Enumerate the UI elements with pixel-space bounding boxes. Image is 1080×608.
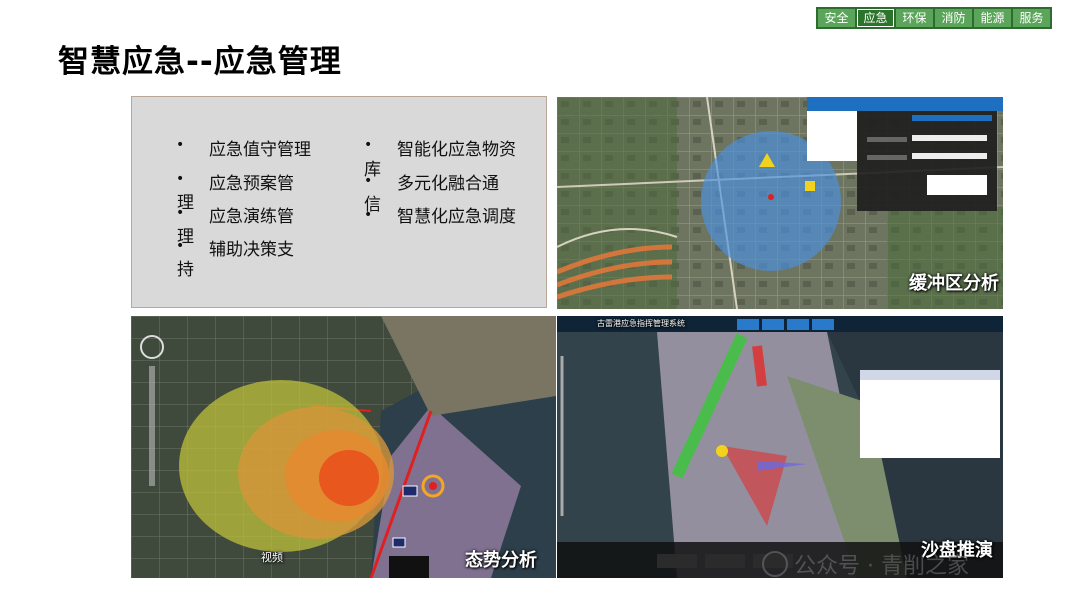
buffer-analysis-panel: 缓冲区分析 <box>557 97 1003 309</box>
hazard-zone-core <box>319 450 379 506</box>
panel-caption: 态势分析 <box>465 550 537 571</box>
feature-item: 应急值守管理 <box>209 140 311 160</box>
bullet: • <box>176 137 185 153</box>
sandbox-simulation-panel: 古雷港应急指挥管理系统 沙盘推演 <box>557 316 1003 578</box>
bullet: • <box>364 137 373 153</box>
top-tab-bar: 安全 应急 环保 消防 能源 服务 <box>816 7 1052 29</box>
bullet: • <box>176 171 185 187</box>
feature-list-box: • 应急值守管理 • 应急预案管 理 • 应急演练管 理 • 辅助决策支 持 •… <box>131 96 547 308</box>
video-label[interactable]: 视频 <box>261 549 283 565</box>
feature-item: 多元化融合通 <box>397 174 499 194</box>
tab-emergency[interactable]: 应急 <box>857 9 894 27</box>
wechat-icon <box>762 551 788 577</box>
bullet: • <box>176 205 185 221</box>
system-title: 古雷港应急指挥管理系统 <box>597 319 685 328</box>
bullet: • <box>364 207 373 223</box>
wrapped-fragment: 持 <box>177 260 194 280</box>
bullet: • <box>364 173 373 189</box>
panel-caption: 缓冲区分析 <box>909 273 999 294</box>
tab-fire[interactable]: 消防 <box>935 9 972 27</box>
tab-energy[interactable]: 能源 <box>974 9 1011 27</box>
tab-safety[interactable]: 安全 <box>818 9 855 27</box>
feature-item: 智慧化应急调度 <box>397 207 516 227</box>
situation-map-image <box>131 316 556 578</box>
feature-item: 智能化应急物资 <box>397 140 516 160</box>
situation-analysis-panel: 视频 态势分析 <box>131 316 556 578</box>
page-title: 智慧应急--应急管理 <box>58 44 342 80</box>
bullet: • <box>176 238 185 254</box>
feature-item: 应急预案管 <box>209 174 294 194</box>
watermark-text: 公众号 · 青削之家 <box>794 554 969 579</box>
tab-environment[interactable]: 环保 <box>896 9 933 27</box>
feature-item: 辅助决策支 <box>209 240 294 260</box>
tab-service[interactable]: 服务 <box>1013 9 1050 27</box>
watermark: 公众号 · 青削之家 <box>762 548 969 580</box>
feature-item: 应急演练管 <box>209 207 294 227</box>
